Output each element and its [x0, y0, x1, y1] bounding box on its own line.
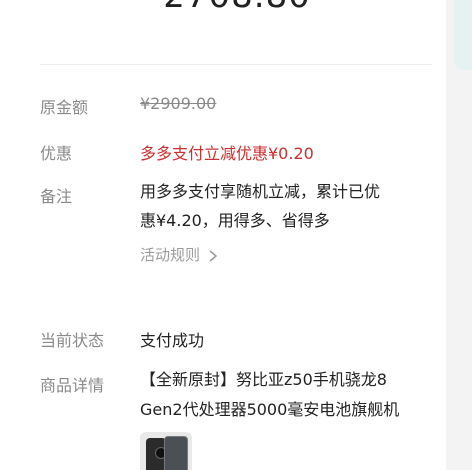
page-right-margin [446, 0, 472, 470]
note-text-line2: 惠¥4.20，用得多、省得多 [140, 211, 330, 230]
note-label: 备注 [40, 187, 73, 206]
original-price-value: ¥2909.00 [140, 94, 217, 113]
note-text-line1: 用多多支付享随机立减，累计已优 [140, 182, 381, 201]
phone-front-image [164, 436, 188, 470]
order-detail-card: -2708.80 原金额 ¥2909.00 优惠 多多支付立减优惠¥0.20 备… [0, 0, 446, 470]
payment-amount: -2708.80 [150, 0, 311, 16]
phone-back-image [146, 438, 167, 470]
side-panel-edge [454, 0, 472, 70]
chevron-right-icon [209, 249, 217, 262]
product-label: 商品详情 [40, 376, 105, 395]
product-title-line1[interactable]: 【全新原封】努比亚z50手机骁龙8 [140, 366, 387, 394]
activity-rules-link[interactable]: 活动规则 [140, 244, 218, 265]
divider [40, 64, 432, 65]
original-price-label: 原金额 [40, 98, 89, 117]
product-title-line2[interactable]: Gen2代处理器5000毫安电池旗舰机 [140, 396, 399, 424]
status-value: 支付成功 [140, 331, 205, 350]
status-label: 当前状态 [40, 331, 105, 350]
discount-label: 优惠 [40, 144, 73, 163]
activity-rules-label: 活动规则 [140, 246, 201, 264]
product-thumbnail[interactable] [140, 432, 192, 470]
discount-value: 多多支付立减优惠¥0.20 [140, 144, 314, 163]
